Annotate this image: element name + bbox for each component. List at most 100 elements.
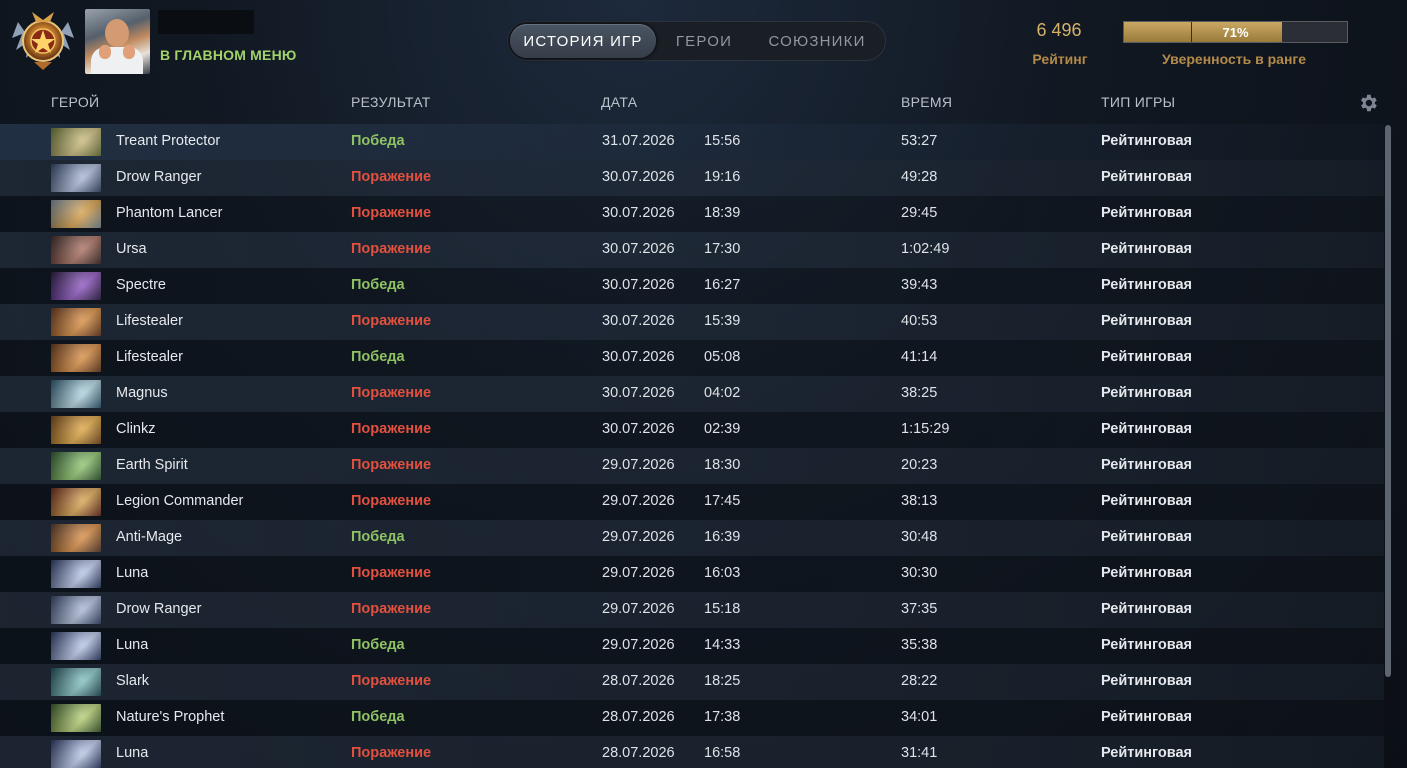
rank-confidence-percent: 71% [1222, 24, 1249, 40]
match-result: Победа [351, 529, 405, 545]
match-result: Победа [351, 349, 405, 365]
game-type: Рейтинговая [1101, 169, 1193, 185]
match-start-time: 16:03 [704, 565, 741, 581]
hero-portrait-shade [51, 488, 101, 516]
hero-name: Magnus [116, 385, 168, 401]
match-date: 30.07.2026 [602, 205, 675, 221]
match-row[interactable]: Luna Поражение 29.07.2026 16:03 30:30 Рейтинг… [0, 556, 1384, 592]
match-row[interactable]: Magnus Поражение 30.07.2026 04:02 38:25 Рейти… [0, 376, 1384, 412]
match-date: 30.07.2026 [602, 169, 675, 185]
match-row[interactable]: Slark Поражение 28.07.2026 18:25 28:22 Рейтин… [0, 664, 1384, 700]
hero-portrait-shade [51, 524, 101, 552]
match-start-time: 18:25 [704, 673, 741, 689]
column-header-date[interactable]: ДАТА [601, 94, 637, 110]
match-row[interactable]: Drow Ranger Поражение 30.07.2026 19:16 49:28… [0, 160, 1384, 196]
rating-value: 6 496 [1036, 20, 1082, 40]
tab-bar: ИСТОРИЯ ИГР ГЕРОИ СОЮЗНИКИ [507, 21, 886, 61]
hero-portrait [51, 596, 101, 624]
hero-portrait-shade [51, 272, 101, 300]
match-result: Поражение [351, 205, 432, 221]
match-row[interactable]: Spectre Победа 30.07.2026 16:27 39:43 Рейтинг… [0, 268, 1384, 304]
hero-name: Anti-Mage [116, 529, 183, 545]
match-row[interactable]: Nature's Prophet Победа 28.07.2026 17:38 34:… [0, 700, 1384, 736]
hero-portrait-shade [51, 344, 101, 372]
match-duration: 29:45 [901, 205, 938, 221]
match-start-time: 18:39 [704, 205, 741, 221]
match-date: 28.07.2026 [602, 745, 675, 761]
match-row[interactable]: Clinkz Поражение 30.07.2026 02:39 1:15:29 Рей… [0, 412, 1384, 448]
hero-portrait [51, 380, 101, 408]
match-duration: 1:15:29 [901, 421, 950, 437]
hero-portrait [51, 236, 101, 264]
hero-portrait [51, 308, 101, 336]
hero-name: Spectre [116, 277, 166, 293]
match-duration: 28:22 [901, 673, 938, 689]
hero-portrait-shade [51, 668, 101, 696]
match-result: Поражение [351, 241, 432, 257]
tab-allies[interactable]: СОЮЗНИКИ [752, 24, 882, 58]
hero-portrait [51, 128, 101, 156]
match-row[interactable]: Luna Победа 29.07.2026 14:33 35:38 Рейтингова… [0, 628, 1384, 664]
match-date: 28.07.2026 [602, 673, 675, 689]
hero-portrait-shade [51, 560, 101, 588]
game-type: Рейтинговая [1101, 385, 1193, 401]
match-duration: 35:38 [901, 637, 938, 653]
match-result: Поражение [351, 601, 432, 617]
match-duration: 38:13 [901, 493, 938, 509]
match-date: 30.07.2026 [602, 313, 675, 329]
tab-match-history[interactable]: ИСТОРИЯ ИГР [510, 24, 656, 58]
rank-medal-icon [12, 12, 74, 70]
hero-portrait-shade [51, 308, 101, 336]
hero-portrait-shade [51, 200, 101, 228]
match-row[interactable]: Lifestealer Поражение 30.07.2026 15:39 40:53… [0, 304, 1384, 340]
gear-icon[interactable] [1357, 92, 1379, 114]
match-row[interactable]: Luna Поражение 28.07.2026 16:58 31:41 Рейтинг… [0, 736, 1384, 768]
player-name-redacted [158, 10, 254, 34]
match-start-time: 15:39 [704, 313, 741, 329]
hero-name: Legion Commander [116, 493, 244, 509]
hero-name: Slark [116, 673, 150, 689]
scrollbar[interactable] [1385, 125, 1391, 677]
match-row[interactable]: Phantom Lancer Поражение 30.07.2026 18:39 29… [0, 196, 1384, 232]
main-menu-link[interactable]: В ГЛАВНОМ МЕНЮ [160, 47, 297, 63]
match-duration: 20:23 [901, 457, 938, 473]
player-avatar[interactable] [85, 9, 150, 74]
match-duration: 53:27 [901, 133, 938, 149]
hero-portrait [51, 272, 101, 300]
match-row[interactable]: Anti-Mage Победа 29.07.2026 16:39 30:48 Рейти… [0, 520, 1384, 556]
match-row[interactable]: Earth Spirit Поражение 29.07.2026 18:30 20:2… [0, 448, 1384, 484]
match-date: 31.07.2026 [602, 133, 675, 149]
match-duration: 49:28 [901, 169, 938, 185]
hero-portrait [51, 416, 101, 444]
match-date: 30.07.2026 [602, 241, 675, 257]
hero-portrait-shade [51, 236, 101, 264]
match-row[interactable]: Lifestealer Победа 30.07.2026 05:08 41:14 Рей… [0, 340, 1384, 376]
match-start-time: 17:30 [704, 241, 741, 257]
column-header-result[interactable]: РЕЗУЛЬТАТ [351, 94, 431, 110]
hero-portrait [51, 632, 101, 660]
column-header-game-type[interactable]: ТИП ИГРЫ [1101, 94, 1175, 110]
hero-portrait [51, 488, 101, 516]
match-date: 29.07.2026 [602, 457, 675, 473]
match-row[interactable]: Treant Protector Победа 31.07.2026 15:56 53:… [0, 124, 1384, 160]
column-header-hero[interactable]: ГЕРОЙ [51, 94, 99, 110]
hero-name: Treant Protector [116, 133, 221, 149]
game-type: Рейтинговая [1101, 205, 1193, 221]
game-type: Рейтинговая [1101, 241, 1193, 257]
match-row[interactable]: Ursa Поражение 30.07.2026 17:30 1:02:49 Рейти… [0, 232, 1384, 268]
tab-heroes[interactable]: ГЕРОИ [656, 24, 752, 58]
match-duration: 1:02:49 [901, 241, 950, 257]
match-duration: 38:25 [901, 385, 938, 401]
column-header-duration[interactable]: ВРЕМЯ [901, 94, 952, 110]
game-type: Рейтинговая [1101, 565, 1193, 581]
match-history-list: Treant Protector Победа 31.07.2026 15:56 53:… [0, 124, 1384, 768]
match-row[interactable]: Legion Commander Поражение 29.07.2026 17:45… [0, 484, 1384, 520]
match-result: Поражение [351, 421, 432, 437]
match-date: 30.07.2026 [602, 421, 675, 437]
match-row[interactable]: Drow Ranger Поражение 29.07.2026 15:18 37:35… [0, 592, 1384, 628]
match-result: Победа [351, 637, 405, 653]
hero-portrait [51, 668, 101, 696]
game-type: Рейтинговая [1101, 637, 1193, 653]
match-duration: 30:30 [901, 565, 938, 581]
hero-portrait-shade [51, 452, 101, 480]
